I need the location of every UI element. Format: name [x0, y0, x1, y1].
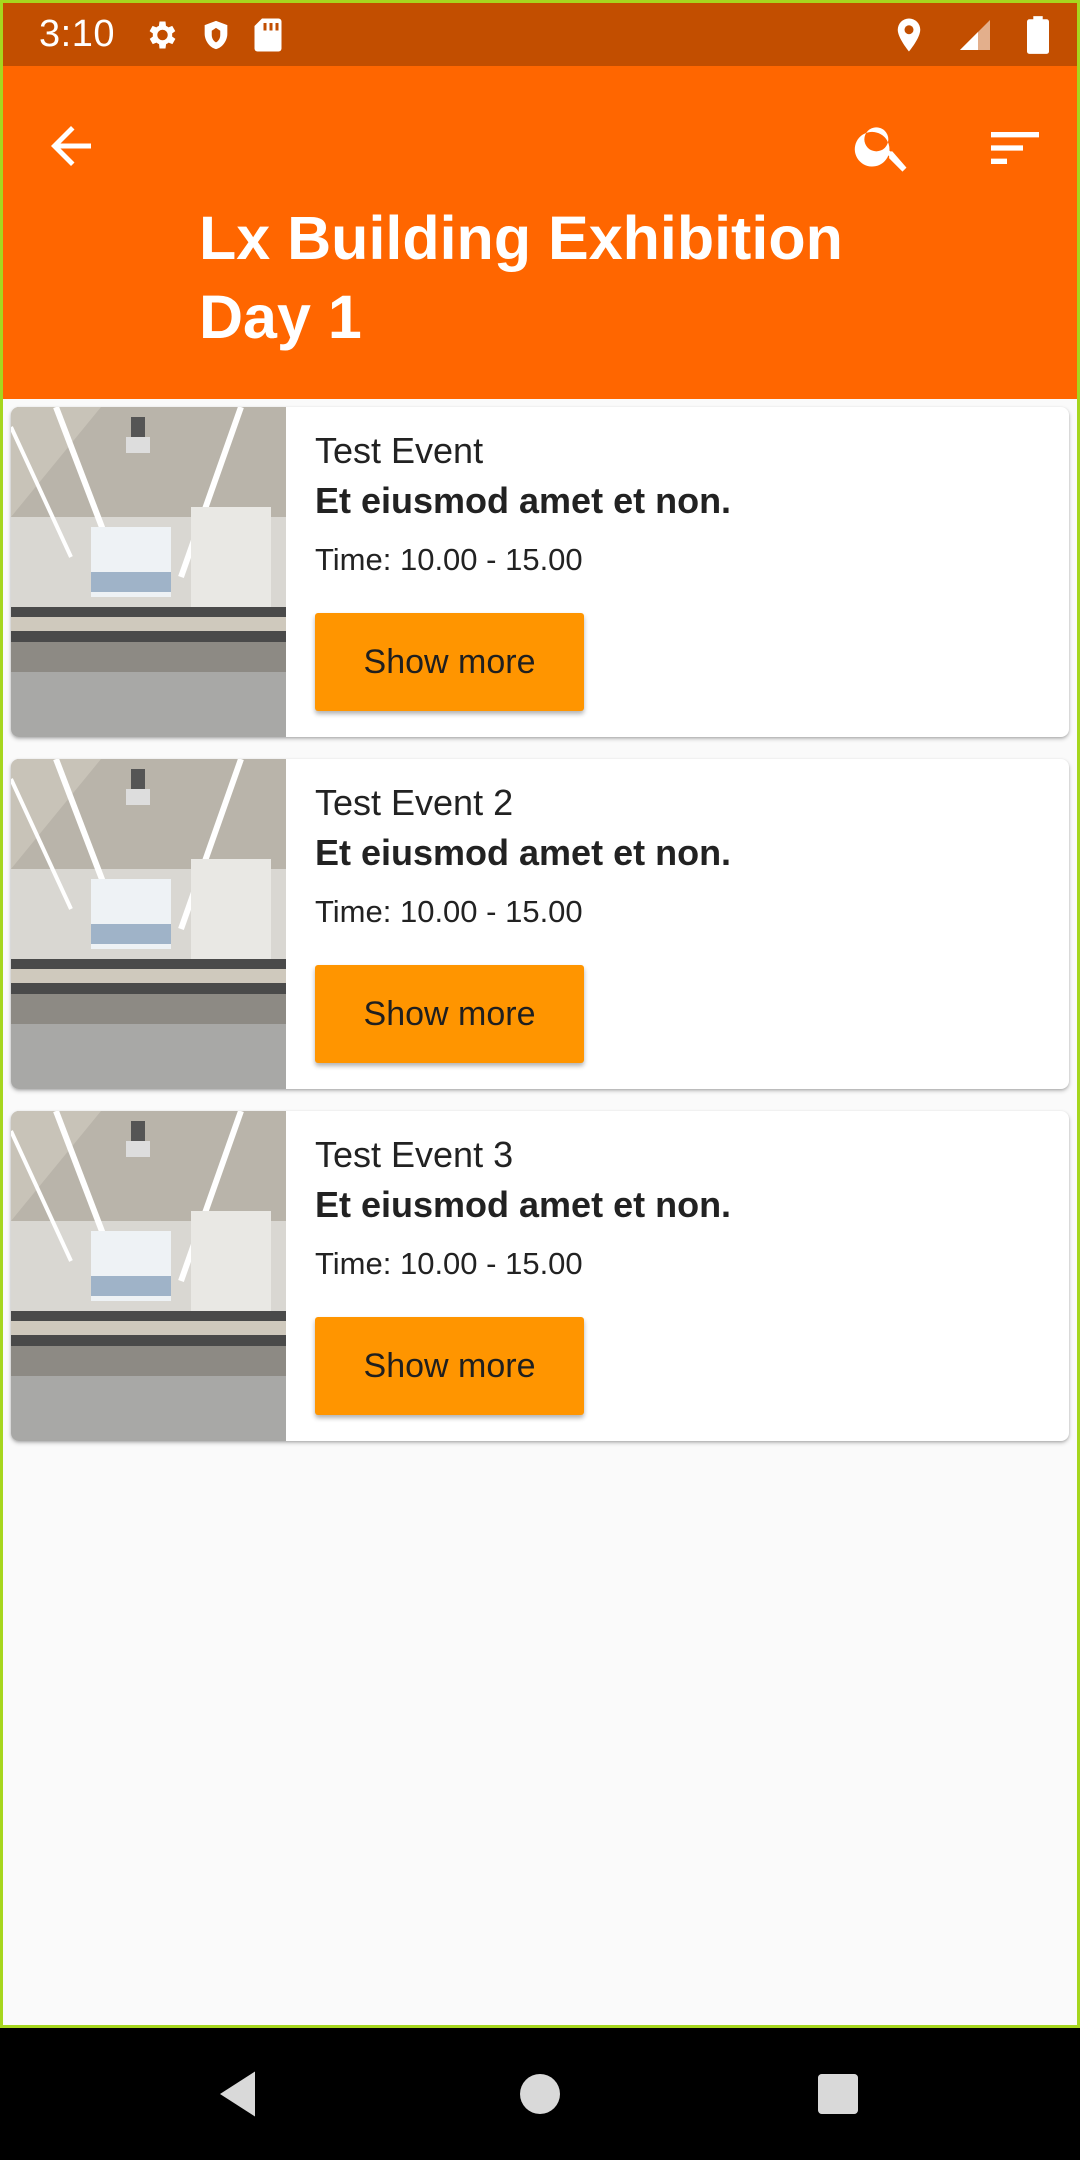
status-bar: 3:10	[3, 3, 1077, 66]
page-title-line2: Day 1	[199, 283, 362, 351]
back-arrow-icon[interactable]	[41, 116, 101, 176]
app-bar: Lx Building Exhibition Day 1	[3, 66, 1077, 399]
app-screen: 3:10 Lx Building Exhibition Day 1 Test E…	[3, 3, 1077, 2025]
status-time: 3:10	[39, 13, 115, 55]
battery-icon	[1027, 15, 1049, 54]
event-card[interactable]: Test Event 2 Et eiusmod amet et non. Tim…	[11, 759, 1069, 1089]
event-card[interactable]: Test Event 3 Et eiusmod amet et non. Tim…	[11, 1111, 1069, 1441]
event-title: Test Event 3	[315, 1134, 514, 1175]
page-title-line1: Lx Building Exhibition	[199, 204, 843, 272]
sort-filter-icon[interactable]	[983, 116, 1047, 180]
event-subtitle: Et eiusmod amet et non.	[315, 480, 732, 521]
show-more-button[interactable]: Show more	[315, 965, 584, 1063]
event-card[interactable]: Test Event Et eiusmod amet et non. Time:…	[11, 407, 1069, 737]
event-thumbnail	[11, 1111, 286, 1441]
event-thumbnail	[11, 407, 286, 737]
sd-card-icon	[253, 17, 283, 53]
event-time: Time: 10.00 - 15.00	[315, 542, 583, 577]
signal-icon	[957, 17, 993, 53]
nav-back-icon[interactable]	[210, 2064, 270, 2124]
search-icon[interactable]	[851, 114, 915, 178]
event-subtitle: Et eiusmod amet et non.	[315, 832, 732, 873]
page-title: Lx Building Exhibition Day 1	[199, 199, 899, 357]
shield-icon	[199, 17, 233, 53]
settings-icon	[143, 17, 179, 53]
location-icon	[895, 17, 923, 53]
event-title: Test Event	[315, 430, 484, 471]
show-more-button[interactable]: Show more	[315, 613, 584, 711]
system-nav-bar	[0, 2028, 1080, 2160]
event-time: Time: 10.00 - 15.00	[315, 1246, 583, 1281]
event-list: Test Event Et eiusmod amet et non. Time:…	[11, 407, 1069, 1463]
event-thumbnail	[11, 759, 286, 1089]
event-title: Test Event 2	[315, 782, 514, 823]
nav-recents-icon[interactable]	[808, 2064, 868, 2124]
show-more-button[interactable]: Show more	[315, 1317, 584, 1415]
nav-home-icon[interactable]	[510, 2064, 570, 2124]
event-subtitle: Et eiusmod amet et non.	[315, 1184, 732, 1225]
event-time: Time: 10.00 - 15.00	[315, 894, 583, 929]
